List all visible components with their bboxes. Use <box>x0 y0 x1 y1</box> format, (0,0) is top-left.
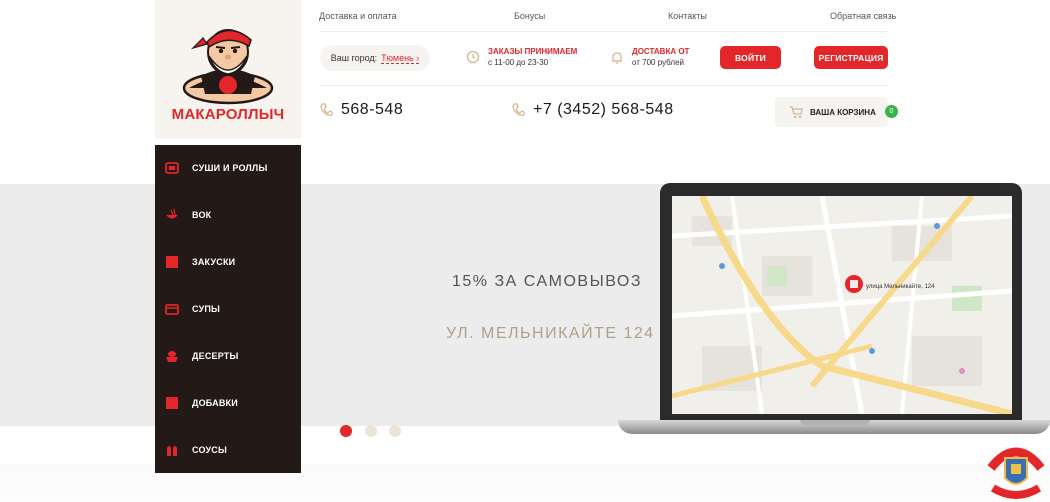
clock-icon <box>466 50 480 64</box>
nav-link-contacts[interactable]: Контакты <box>668 11 707 21</box>
divider <box>320 85 888 86</box>
snacks-icon <box>166 256 178 268</box>
nav-link-bonuses[interactable]: Бонусы <box>514 11 545 21</box>
map-image: улица Мельникайте, 124 <box>672 196 1012 414</box>
laptop-notch <box>800 420 870 425</box>
order-hours: ЗАКАЗЫ ПРИНИМАЕМ с 11-00 до 23-30 <box>466 47 577 67</box>
wok-icon <box>166 208 178 219</box>
hours-title: ЗАКАЗЫ ПРИНИМАЕМ <box>488 47 578 56</box>
category-menu: СУШИ И РОЛЛЫ ВОК ЗАКУСКИ СУПЫ ДЕСЕРТЫ ДО… <box>155 145 301 473</box>
nav-link-delivery[interactable]: Доставка и оплата <box>319 11 397 21</box>
cart-label: ВАША КОРЗИНА <box>810 107 876 117</box>
banner-promo-text: 15% ЗА САМОВЫВОЗ <box>452 273 642 290</box>
menu-item-snacks[interactable]: ЗАКУСКИ <box>155 247 301 277</box>
soup-icon <box>165 304 179 315</box>
page: МАКАРОЛЛЫЧ СУШИ И РОЛЛЫ ВОК ЗАКУСКИ СУПЫ… <box>0 0 1050 502</box>
menu-item-label: ДЕСЕРТЫ <box>192 351 239 361</box>
phone-number: 568-548 <box>341 101 404 118</box>
city-map: улица Мельникайте, 124 <box>672 196 1012 414</box>
menu-item-soup[interactable]: СУПЫ <box>155 294 301 324</box>
menu-item-sauce[interactable]: СОУСЫ <box>155 435 301 465</box>
logo[interactable]: МАКАРОЛЛЫЧ <box>155 0 301 139</box>
menu-item-wok[interactable]: ВОК <box>155 200 301 230</box>
menu-item-label: ДОБАВКИ <box>192 398 238 408</box>
slider-dot-2[interactable] <box>365 425 377 437</box>
map-pin-label: улица Мельникайте, 124 <box>866 283 935 290</box>
delivery-title: ДОСТАВКА ОТ <box>632 47 690 56</box>
menu-item-label: ВОК <box>192 210 212 220</box>
chef-mascot-icon <box>182 29 274 105</box>
city-label: Ваш город: <box>330 53 378 63</box>
phone-full[interactable]: +7 (3452) 568-548 <box>511 101 674 119</box>
slider-dot-3[interactable] <box>389 425 401 437</box>
menu-item-dessert[interactable]: ДЕСЕРТЫ <box>155 341 301 371</box>
login-button[interactable]: ВОЙТИ <box>720 46 781 69</box>
banner-address-text: УЛ. МЕЛЬНИКАЙТЕ 124 <box>446 325 655 342</box>
phone-icon <box>320 103 333 116</box>
menu-item-label: СУШИ И РОЛЛЫ <box>192 163 268 173</box>
phone-number: +7 (3452) 568-548 <box>533 101 674 118</box>
phone-icon <box>512 103 525 116</box>
menu-item-label: ЗАКУСКИ <box>192 257 236 267</box>
bell-icon <box>612 52 622 64</box>
watermark-seal <box>985 440 1047 500</box>
sauce-icon <box>167 446 177 456</box>
register-button[interactable]: РЕГИСТРАЦИЯ <box>814 46 888 69</box>
hours-text: с 11-00 до 23-30 <box>488 58 549 67</box>
coat-of-arms-icon <box>987 447 1045 499</box>
additions-icon <box>166 397 178 409</box>
sushi-icon <box>165 162 179 174</box>
dessert-icon <box>166 351 178 362</box>
delivery-text: от 700 рублей <box>632 58 684 67</box>
menu-item-label: СОУСЫ <box>192 445 227 455</box>
phone-short[interactable]: 568-548 <box>319 101 403 119</box>
menu-item-sushi[interactable]: СУШИ И РОЛЛЫ <box>155 153 301 183</box>
nav-link-feedback[interactable]: Обратная связь <box>830 11 896 21</box>
divider <box>320 31 888 32</box>
cart-button[interactable]: ВАША КОРЗИНА 0 <box>775 97 898 127</box>
slider-dot-1[interactable] <box>340 425 352 437</box>
cart-count-badge: 0 <box>885 105 898 118</box>
cart-icon <box>790 106 803 119</box>
city-selector: Ваш город: Тюмень › <box>320 45 430 71</box>
menu-item-additions[interactable]: ДОБАВКИ <box>155 388 301 418</box>
city-link[interactable]: Тюмень › <box>381 53 420 64</box>
menu-item-label: СУПЫ <box>192 304 221 314</box>
delivery-minimum: ДОСТАВКА ОТ от 700 рублей <box>610 47 689 67</box>
logo-text: МАКАРОЛЛЫЧ <box>171 106 285 123</box>
